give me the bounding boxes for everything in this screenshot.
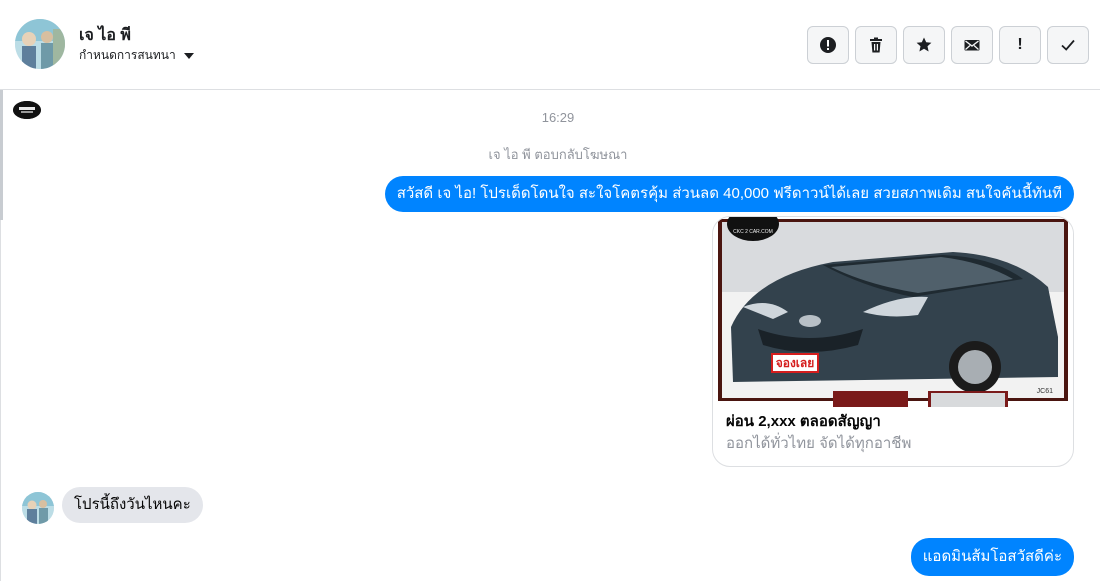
contact-name: เจ ไอ พี xyxy=(79,27,131,44)
ad-car-image: จองเลย JC61 CKC 2 CAR.COM xyxy=(713,217,1073,407)
envelope-icon xyxy=(964,40,980,51)
outgoing-message[interactable]: สวัสดี เจ ไอ! โปรเด็ดโดนใจ สะใจโคตรคุ้ม … xyxy=(384,176,1074,212)
ad-badge-text: จองเลย xyxy=(776,356,815,370)
contact-avatar[interactable] xyxy=(15,19,65,69)
ad-reply-note: เจ ไอ พี ตอบกลับโฆษณา xyxy=(488,147,628,162)
exclamation-circle-icon xyxy=(820,37,836,53)
conversation-label-text: กำหนดการสนทนา xyxy=(79,48,176,62)
incoming-message[interactable]: โปรนี้ถึงวันไหนคะ xyxy=(62,487,203,523)
flag-button[interactable]: ! xyxy=(999,26,1041,64)
report-button[interactable] xyxy=(807,26,849,64)
sender-avatar[interactable] xyxy=(22,492,54,524)
conversation-header: เจ ไอ พี กำหนดการสนทนา ! xyxy=(0,0,1100,90)
delete-button[interactable] xyxy=(855,26,897,64)
conversation-thread: 16:29 เจ ไอ พี ตอบกลับโฆษณา สวัสดี เจ ไอ… xyxy=(0,91,1100,581)
mark-unread-button[interactable] xyxy=(951,26,993,64)
ad-card[interactable]: จองเลย JC61 CKC 2 CAR.COM ผ่อน 2,xxx ตลอ… xyxy=(712,216,1074,467)
ad-corner-code: JC61 xyxy=(1037,388,1053,395)
message-timestamp: 16:29 xyxy=(541,110,575,125)
mark-done-button[interactable] xyxy=(1047,26,1089,64)
caret-down-icon xyxy=(183,52,194,59)
ad-card-title: ผ่อน 2,xxx ตลอดสัญญา xyxy=(726,413,881,430)
check-icon xyxy=(1061,39,1075,51)
star-icon xyxy=(916,37,932,52)
dealer-logo-text: CKC 2 CAR.COM xyxy=(733,229,773,235)
trash-icon xyxy=(870,37,882,53)
conversation-label-dropdown[interactable]: กำหนดการสนทนา xyxy=(79,46,194,65)
outgoing-message[interactable]: แอดมินส้มโอสวัสดีค่ะ xyxy=(910,538,1074,576)
ad-card-subtitle: ออกได้ทั่วไทย จัดได้ทุกอาชีพ xyxy=(726,435,912,452)
exclamation-icon: ! xyxy=(1017,36,1023,53)
header-actions: ! xyxy=(807,26,1089,64)
star-button[interactable] xyxy=(903,26,945,64)
